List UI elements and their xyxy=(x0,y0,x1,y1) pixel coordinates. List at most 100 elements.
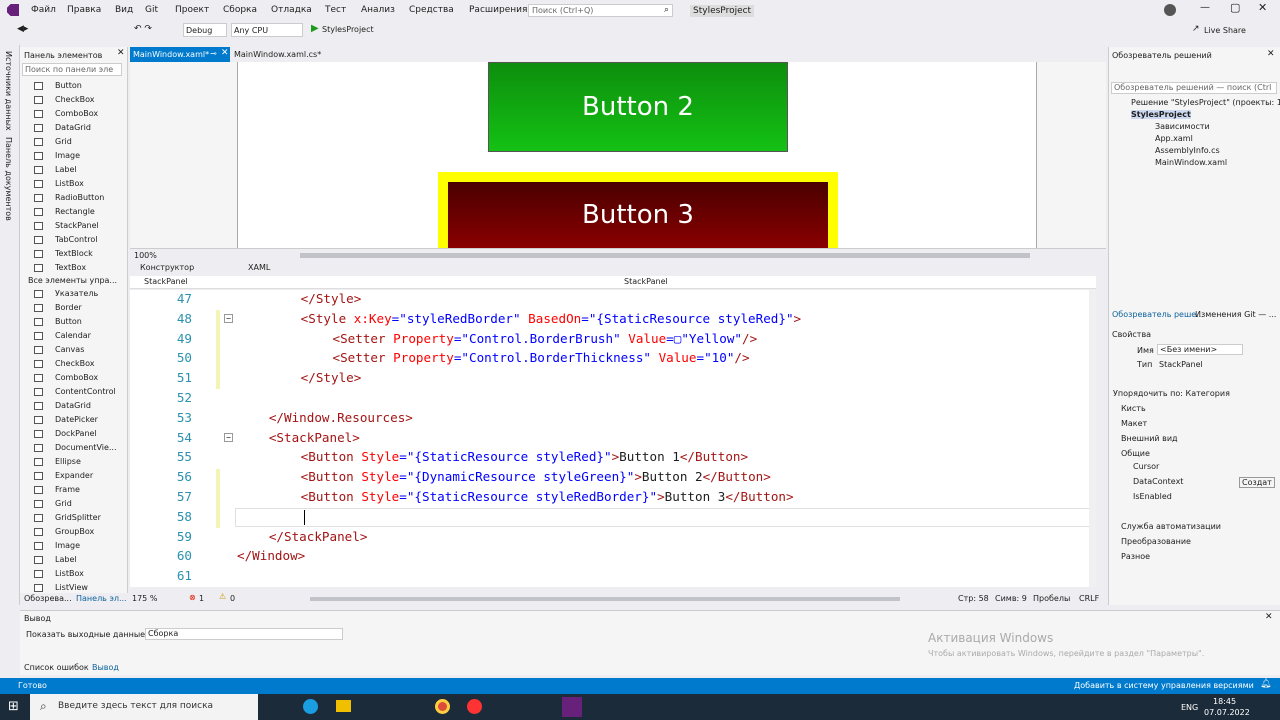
platform-dropdown[interactable]: Any CPU xyxy=(231,23,303,37)
assemblyinfo-node[interactable]: AssemblyInfo.cs xyxy=(1155,146,1220,155)
indent-mode[interactable]: Пробелы xyxy=(1033,594,1070,603)
tab-error-list[interactable]: Список ошибок xyxy=(24,663,89,672)
add-to-vcs[interactable]: Добавить в систему управления версиями xyxy=(1074,681,1254,690)
output-source-dropdown[interactable]: Сборка xyxy=(145,628,343,640)
scrollbar-horizontal[interactable] xyxy=(300,253,1030,258)
maximize-icon[interactable]: ▢ xyxy=(1230,1,1240,14)
toolbox-item[interactable]: TabControl xyxy=(20,233,127,247)
preview-button-2[interactable]: Button 2 xyxy=(488,62,788,152)
toolbox-item[interactable]: Rectangle xyxy=(20,205,127,219)
toolbox-item[interactable]: GroupBox xyxy=(20,525,127,539)
menu-item[interactable]: Анализ xyxy=(361,5,395,15)
property-category[interactable]: Общие xyxy=(1121,449,1150,458)
toolbox-search[interactable]: Поиск по панели эле xyxy=(22,63,122,76)
toolbox-item[interactable]: RadioButton xyxy=(20,191,127,205)
pin-icon[interactable]: ⊸ xyxy=(210,49,217,58)
close-icon[interactable]: ✕ xyxy=(1265,612,1273,622)
create-button[interactable]: Создат xyxy=(1239,477,1275,488)
menu-item[interactable]: Правка xyxy=(67,5,101,15)
solution-node[interactable]: Решение "StylesProject" (проекты: 1 из xyxy=(1131,98,1280,107)
toolbox-item[interactable]: Expander xyxy=(20,469,127,483)
toolbox-item[interactable]: Ellipse xyxy=(20,455,127,469)
bell-icon[interactable]: 🔔︎ xyxy=(1260,679,1271,689)
toolbox-item[interactable]: DocumentVie... xyxy=(20,441,127,455)
toolbox-item[interactable]: StackPanel xyxy=(20,219,127,233)
windows-start-icon[interactable]: ⊞ xyxy=(8,699,19,714)
back-icon[interactable]: ◀▸ xyxy=(17,24,28,34)
close-icon[interactable]: ✕ xyxy=(221,48,229,58)
menu-item[interactable]: Git xyxy=(145,5,158,15)
warning-count[interactable]: 0 xyxy=(230,594,235,603)
run-icon[interactable]: ▶ xyxy=(311,23,319,34)
property-category[interactable]: Кисть xyxy=(1121,404,1146,413)
toolbox-item[interactable]: ListBox xyxy=(20,177,127,191)
toolbox-item[interactable]: ComboBox xyxy=(20,371,127,385)
toolbox-item[interactable]: TextBlock xyxy=(20,247,127,261)
tab-mainwindow-xaml-cs[interactable]: MainWindow.xaml.cs* xyxy=(232,47,328,62)
property-category[interactable]: Макет xyxy=(1121,419,1147,428)
chrome-icon[interactable] xyxy=(435,699,450,714)
tab-xaml[interactable]: XAML xyxy=(248,263,270,272)
toolbox-item[interactable]: CheckBox xyxy=(20,357,127,371)
toolbox-item[interactable]: DataGrid xyxy=(20,399,127,413)
menu-item[interactable]: Проект xyxy=(175,5,209,15)
toolbox-item[interactable]: Button xyxy=(20,315,127,329)
editor-zoom[interactable]: 175 % xyxy=(132,594,157,603)
app-xaml-node[interactable]: App.xaml xyxy=(1155,134,1193,143)
live-share-button[interactable]: Live Share xyxy=(1204,26,1246,35)
vstrip-item[interactable]: Источники данных xyxy=(4,51,13,131)
design-canvas[interactable]: Button 2 Button 3 xyxy=(237,62,1037,248)
breadcrumb-right[interactable]: StackPanel xyxy=(624,277,668,286)
line-endings[interactable]: CRLF xyxy=(1079,594,1099,603)
toolbox-item[interactable]: Grid xyxy=(20,135,127,149)
toolbox-item[interactable]: Frame xyxy=(20,483,127,497)
tab-git-changes[interactable]: Изменения Git — ... xyxy=(1195,310,1276,319)
toolbox-item[interactable]: Указатель xyxy=(20,287,127,301)
toolbox-item[interactable]: GridSplitter xyxy=(20,511,127,525)
close-icon[interactable]: ✕ xyxy=(117,48,125,58)
minimize-icon[interactable]: — xyxy=(1200,2,1210,13)
toolbox-item[interactable]: CheckBox xyxy=(20,93,127,107)
dependencies-node[interactable]: Зависимости xyxy=(1155,122,1210,131)
tab-mainwindow-xaml[interactable]: MainWindow.xaml* ⊸ ✕ xyxy=(130,47,230,62)
tab-solution-explorer[interactable]: Обозреватель реше... xyxy=(1112,310,1204,319)
toolbox-item[interactable]: Canvas xyxy=(20,343,127,357)
language-indicator[interactable]: ENG xyxy=(1181,703,1198,712)
menu-item[interactable]: Файл xyxy=(31,5,56,15)
toolbox-item[interactable]: ComboBox xyxy=(20,107,127,121)
scrollbar-horizontal[interactable] xyxy=(310,597,900,601)
scrollbar-vertical[interactable] xyxy=(1089,290,1096,587)
close-icon[interactable]: ✕ xyxy=(1258,1,1267,14)
tab-toolbox-left[interactable]: Панель эл... xyxy=(76,594,127,603)
explorer-icon[interactable] xyxy=(336,700,351,712)
designer-zoom[interactable]: 100% xyxy=(134,251,157,260)
error-count[interactable]: 1 xyxy=(199,594,204,603)
tab-output[interactable]: Вывод xyxy=(92,663,119,672)
visual-studio-icon[interactable] xyxy=(562,697,582,717)
toolbox-item[interactable]: Image xyxy=(20,539,127,553)
clock-date[interactable]: 07.07.2022 xyxy=(1204,708,1250,717)
vstrip-item[interactable]: Панель документов xyxy=(4,137,13,221)
prop-sort[interactable]: Упорядочить по: Категория xyxy=(1113,389,1230,398)
tab-solution-explorer-left[interactable]: Обозрева... xyxy=(24,594,72,603)
code-editor[interactable]: − − 47 </Style> 48 <Style x:Key="styleRedBo… xyxy=(130,290,1096,587)
menu-item[interactable]: Расширения xyxy=(469,5,527,15)
toolbox-item[interactable]: ContentControl xyxy=(20,385,127,399)
property-category[interactable]: Разное xyxy=(1121,552,1150,561)
menu-item[interactable]: Вид xyxy=(115,5,133,15)
toolbox-item[interactable]: Label xyxy=(20,163,127,177)
property-category[interactable]: Служба автоматизации xyxy=(1121,522,1221,531)
breadcrumb[interactable]: StackPanel xyxy=(144,277,188,286)
config-dropdown[interactable]: Debug xyxy=(183,23,227,37)
menu-item[interactable]: Тест xyxy=(325,5,346,15)
property-category[interactable]: Преобразование xyxy=(1121,537,1191,546)
clock-time[interactable]: 18:45 xyxy=(1213,697,1236,706)
toolbox-item[interactable]: Image xyxy=(20,149,127,163)
toolbox-item[interactable]: Label xyxy=(20,553,127,567)
run-button[interactable]: StylesProject xyxy=(322,25,374,34)
toolbox-item[interactable]: ListBox xyxy=(20,567,127,581)
avatar[interactable] xyxy=(1164,4,1176,16)
toolbox-item[interactable]: Calendar xyxy=(20,329,127,343)
toolbox-item[interactable]: Border xyxy=(20,301,127,315)
menu-item[interactable]: Средства xyxy=(409,5,454,15)
